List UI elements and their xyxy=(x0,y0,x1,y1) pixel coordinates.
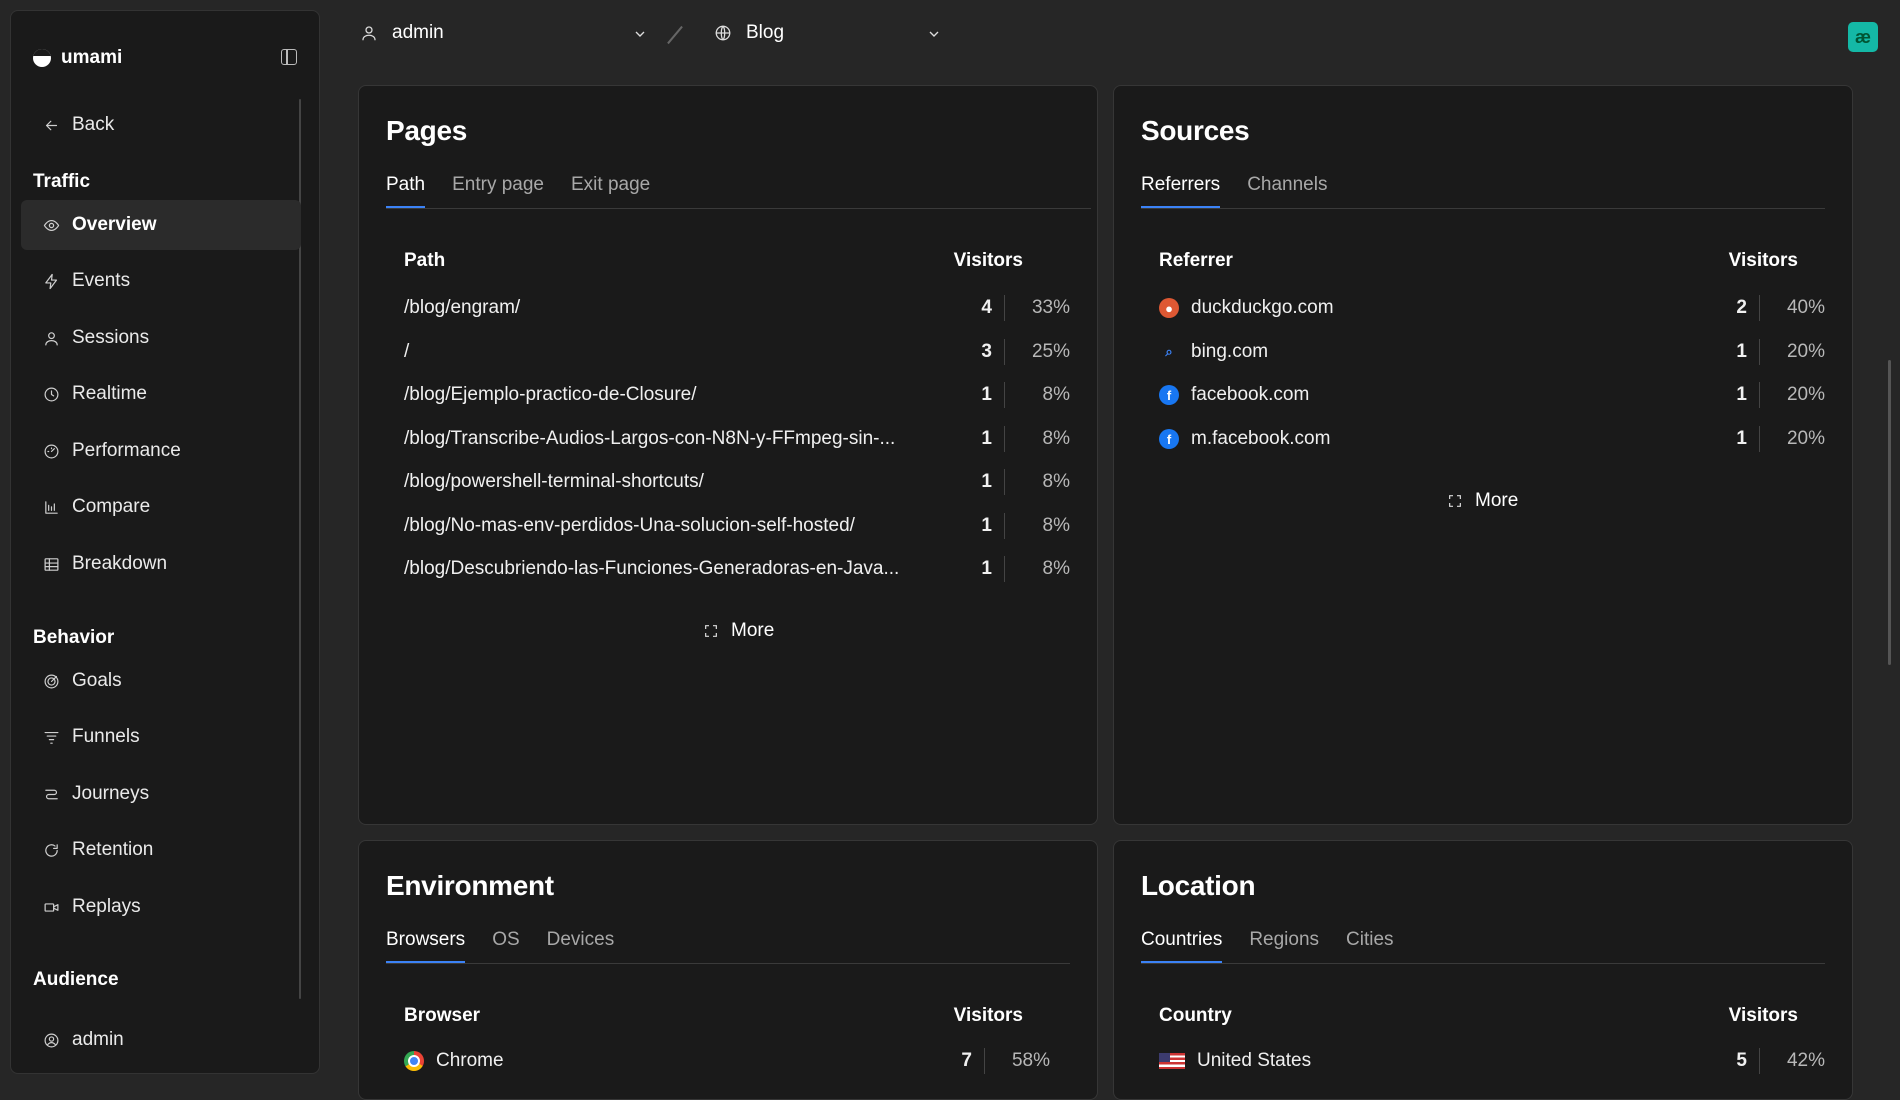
sources-card: Sources Referrers Channels Referrer Visi… xyxy=(1113,85,1853,825)
pages-card: Pages Path Entry page Exit page Path Vis… xyxy=(358,85,1098,825)
table-row[interactable]: Chrome 7 58% xyxy=(404,1043,1050,1079)
user-icon xyxy=(45,331,58,345)
tab-exit-page[interactable]: Exit page xyxy=(571,174,650,208)
table-row[interactable]: /blog/Transcribe-Audios-Largos-con-N8N-y… xyxy=(404,421,1070,457)
sidebar-item-events[interactable]: Events xyxy=(21,256,301,306)
tab-browsers[interactable]: Browsers xyxy=(386,929,466,963)
user-selector[interactable]: admin xyxy=(360,22,444,44)
sidebar-item-compare[interactable]: Compare xyxy=(21,482,301,532)
target-icon xyxy=(44,674,59,688)
table-header: Country Visitors xyxy=(1159,1005,1798,1026)
tab-devices[interactable]: Devices xyxy=(547,929,615,963)
globe-icon xyxy=(715,25,731,41)
bing-icon: ⌕ xyxy=(1165,344,1173,359)
user-circle-icon xyxy=(44,1033,59,1047)
table-row[interactable]: /blog/powershell-terminal-shortcuts/ 1 8… xyxy=(404,464,1070,500)
more-button[interactable]: More xyxy=(703,620,774,642)
tab-entry-page[interactable]: Entry page xyxy=(452,174,544,208)
tab-cities[interactable]: Cities xyxy=(1346,929,1394,963)
environment-card: Environment Browsers OS Devices Browser … xyxy=(358,840,1098,1100)
sidebar-item-overview[interactable]: Overview xyxy=(21,200,301,250)
location-card: Location Countries Regions Cities Countr… xyxy=(1113,840,1853,1100)
duckduckgo-icon: ● xyxy=(1159,298,1179,318)
user-icon xyxy=(362,26,376,41)
table-header: Browser Visitors xyxy=(404,1005,1023,1026)
website-selector[interactable]: Blog xyxy=(714,22,784,44)
card-title: Sources xyxy=(1141,115,1250,146)
table-row[interactable]: / 3 25% xyxy=(404,334,1070,370)
tab-countries[interactable]: Countries xyxy=(1141,929,1223,963)
lightning-icon xyxy=(45,273,58,289)
gauge-icon xyxy=(44,444,59,458)
table-row[interactable]: /blog/No-mas-env-perdidos-Una-solucion-s… xyxy=(404,508,1070,544)
sidebar-item-sessions[interactable]: Sessions xyxy=(21,313,301,363)
refresh-icon xyxy=(45,843,58,857)
route-icon xyxy=(45,789,58,799)
tab-channels[interactable]: Channels xyxy=(1247,174,1327,208)
pages-tabs: Path Entry page Exit page xyxy=(386,174,1091,209)
card-title: Location xyxy=(1141,870,1256,901)
card-title: Environment xyxy=(386,870,554,901)
us-flag-icon xyxy=(1159,1053,1185,1069)
facebook-icon: f xyxy=(1159,429,1179,449)
table-row[interactable]: /blog/Ejemplo-practico-de-Closure/ 1 8% xyxy=(404,377,1070,413)
sidebar-item-admin[interactable]: admin xyxy=(21,1015,301,1065)
table-row[interactable]: /blog/Descubriendo-las-Funciones-Generad… xyxy=(404,551,1070,587)
sidebar-item-replays[interactable]: Replays xyxy=(21,882,301,932)
eye-icon xyxy=(43,219,60,231)
section-audience: Audience xyxy=(33,969,119,990)
table-row[interactable]: f facebook.com 1 20% xyxy=(1159,377,1825,413)
sidebar-item-funnels[interactable]: Funnels xyxy=(21,712,301,762)
separator xyxy=(667,25,683,45)
sidebar-item-realtime[interactable]: Realtime xyxy=(21,369,301,419)
chevron-down-icon[interactable] xyxy=(632,26,648,42)
environment-tabs: Browsers OS Devices xyxy=(386,929,1070,964)
facebook-icon: f xyxy=(1159,385,1179,405)
app-name: umami xyxy=(61,47,123,68)
brand[interactable]: umami xyxy=(33,47,122,69)
table-header: Referrer Visitors xyxy=(1159,250,1798,271)
sidebar-toggle-icon[interactable] xyxy=(281,49,297,65)
section-traffic: Traffic xyxy=(33,171,91,192)
more-button[interactable]: More xyxy=(1447,490,1518,512)
chevron-down-icon[interactable] xyxy=(926,26,942,42)
sidebar-item-performance[interactable]: Performance xyxy=(21,426,301,476)
table-row[interactable]: United States 5 42% xyxy=(1159,1043,1825,1079)
table-row[interactable]: ⌕ bing.com 1 20% xyxy=(1159,334,1825,370)
card-title: Pages xyxy=(386,115,467,146)
sidebar-item-goals[interactable]: Goals xyxy=(21,656,301,706)
expand-icon xyxy=(1449,495,1461,507)
tab-referrers[interactable]: Referrers xyxy=(1141,174,1221,208)
back-link[interactable]: Back xyxy=(21,100,301,150)
page-scrollbar[interactable] xyxy=(1888,360,1891,665)
table-row[interactable]: /blog/engram/ 4 33% xyxy=(404,290,1070,326)
tab-regions[interactable]: Regions xyxy=(1249,929,1319,963)
sidebar-item-journeys[interactable]: Journeys xyxy=(21,769,301,819)
arrow-left-icon xyxy=(45,120,58,130)
video-icon xyxy=(44,902,59,912)
sidebar-item-breakdown[interactable]: Breakdown xyxy=(21,539,301,589)
app-logo-icon[interactable]: æ xyxy=(1848,22,1878,52)
location-tabs: Countries Regions Cities xyxy=(1141,929,1825,964)
funnel-icon xyxy=(44,731,59,744)
section-behavior: Behavior xyxy=(33,627,115,648)
table-header: Path Visitors xyxy=(404,250,1023,271)
clock-icon xyxy=(44,387,59,401)
chrome-icon xyxy=(404,1051,424,1071)
table-row[interactable]: f m.facebook.com 1 20% xyxy=(1159,421,1825,457)
tab-path[interactable]: Path xyxy=(386,174,426,208)
table-row[interactable]: ● duckduckgo.com 2 40% xyxy=(1159,290,1825,326)
sidebar-item-retention[interactable]: Retention xyxy=(21,825,301,875)
table-icon xyxy=(44,557,59,571)
sidebar: umami Back Traffic Overview Events Sessi… xyxy=(10,10,320,1074)
tab-os[interactable]: OS xyxy=(492,929,519,963)
sources-tabs: Referrers Channels xyxy=(1141,174,1825,209)
bar-chart-icon xyxy=(45,500,58,514)
umami-logo-icon xyxy=(33,49,51,67)
expand-icon xyxy=(705,625,717,637)
